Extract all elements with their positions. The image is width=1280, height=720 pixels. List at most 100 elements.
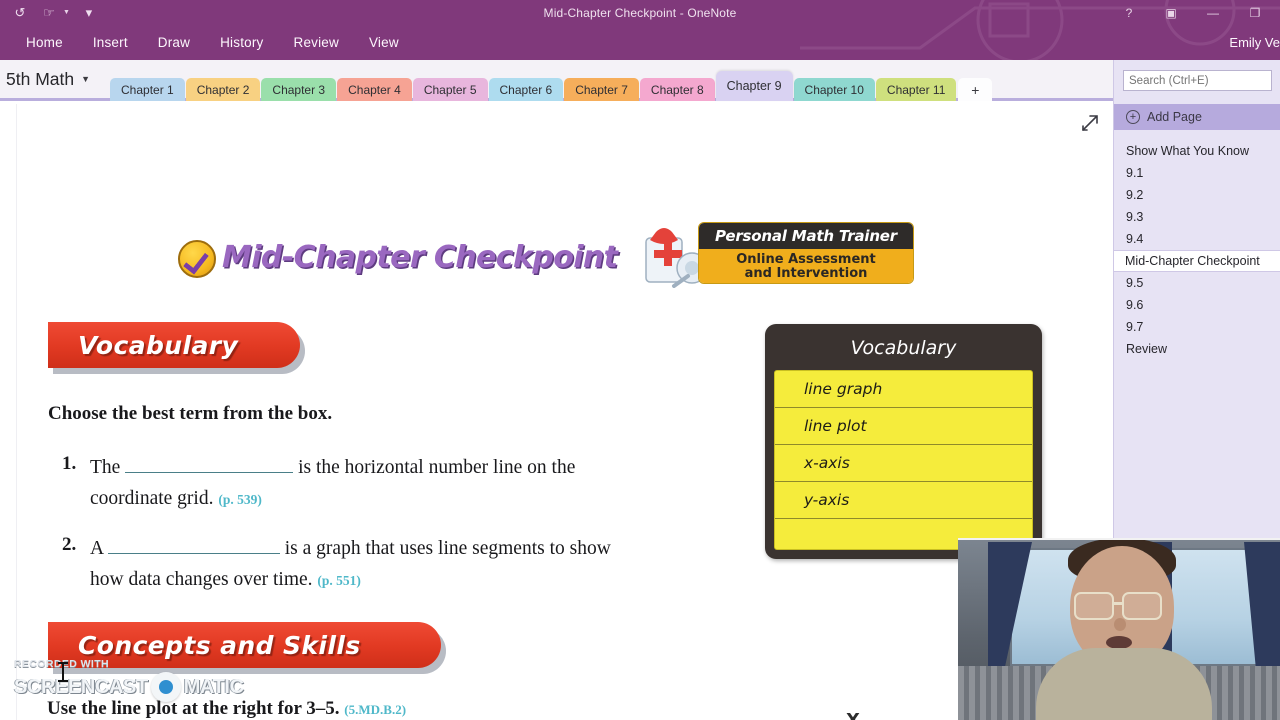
person-torso — [1036, 648, 1212, 720]
customize-quick-access-chevron-down-icon[interactable]: ▾ — [79, 3, 99, 23]
ribbon-tab-draw[interactable]: Draw — [158, 35, 190, 50]
pmt-subtitle-bar: Online Assessment and Intervention — [699, 249, 913, 283]
line-plot-x-mark: X — [846, 708, 860, 720]
ribbon-tab-view[interactable]: View — [369, 35, 399, 50]
plus-icon: + — [1126, 110, 1140, 124]
notebook-chevron-down-icon[interactable]: ▼ — [81, 74, 90, 84]
watermark-left-label: SCREENCAST — [14, 675, 148, 698]
question-1-pre: The — [90, 457, 121, 478]
page-list-item[interactable]: 9.2 — [1114, 184, 1280, 206]
vocabulary-prompt: Choose the best term from the box. — [48, 403, 333, 424]
notebook-selector[interactable]: 5th Math ▼ — [6, 60, 90, 98]
search-input[interactable] — [1123, 70, 1272, 91]
section-tab-chapter-9[interactable]: Chapter 9 — [715, 71, 793, 101]
page-list-item[interactable]: 9.6 — [1114, 294, 1280, 316]
text-cursor-icon — [58, 662, 68, 682]
vocabulary-term: y-axis — [775, 482, 1032, 519]
question-1-blank[interactable] — [125, 456, 294, 473]
vocabulary-term: line plot — [775, 408, 1032, 445]
eyeglasses-left-lens — [1074, 592, 1114, 620]
expand-page-icon[interactable] — [1079, 112, 1101, 134]
add-page-label: Add Page — [1147, 110, 1202, 124]
section-list: Chapter 1 Chapter 2 Chapter 3 Chapter 4 Chap… — [110, 69, 993, 101]
page-list: Show What You Know 9.1 9.2 9.3 9.4 Mid-Chapte… — [1114, 140, 1280, 360]
person-nose — [1114, 618, 1126, 631]
vocabulary-term: line graph — [775, 371, 1032, 408]
page-list-item[interactable]: Mid-Chapter Checkpoint — [1114, 250, 1280, 272]
ribbon-tab-history[interactable]: History — [220, 35, 263, 50]
ribbon-bar: Home Insert Draw History Review View Emi… — [0, 0, 1280, 60]
eyeglasses-bridge — [1114, 602, 1122, 605]
section-tab-chapter-7[interactable]: Chapter 7 — [564, 78, 639, 101]
screencast-o-matic-o-icon — [150, 672, 181, 702]
page-list-item[interactable]: 9.4 — [1114, 228, 1280, 250]
page-list-item[interactable]: 9.5 — [1114, 272, 1280, 294]
vocabulary-card-title: Vocabulary — [850, 337, 957, 359]
section-tab-chapter-8[interactable]: Chapter 8 — [639, 78, 715, 101]
touch-mode-chevron-down-icon[interactable]: ▼ — [63, 9, 70, 16]
question-1-page-ref: (p. 539) — [218, 492, 262, 507]
page-list-item[interactable]: 9.7 — [1114, 316, 1280, 338]
ribbon-tab-insert[interactable]: Insert — [93, 35, 128, 50]
personal-math-trainer-badge: Personal Math Trainer Online Assessment … — [642, 222, 914, 290]
quick-access-toolbar: ↺ ☞ ▼ ▾ — [10, 0, 99, 25]
onenote-window: Mid-Chapter Checkpoint - OneNote ↺ ☞ ▼ ▾… — [0, 0, 1280, 720]
eyeglasses-right-lens — [1122, 592, 1162, 620]
notebook-name-label: 5th Math — [6, 68, 75, 89]
concepts-and-skills-banner-label: Concepts and Skills — [78, 630, 361, 660]
undo-icon[interactable]: ↺ — [10, 3, 30, 23]
vocabulary-term-list: line graph line plot x-axis y-axis — [774, 370, 1033, 550]
section-tab-chapter-10[interactable]: Chapter 10 — [793, 78, 875, 101]
touch-mouse-mode-icon[interactable]: ☞ — [39, 3, 59, 23]
section-tab-chapter-5[interactable]: Chapter 5 — [412, 78, 488, 101]
watermark-right-label: MATIC — [183, 675, 244, 698]
pmt-title: Personal Math Trainer — [715, 227, 897, 245]
question-2: A is a graph that uses line segments to … — [90, 533, 620, 596]
vocabulary-banner: Vocabulary — [48, 322, 305, 374]
ribbon-decoration — [800, 0, 1280, 60]
banner-body: Vocabulary — [48, 322, 300, 368]
line-plot-column: XXXX — [840, 708, 866, 720]
page-list-item[interactable]: 9.1 — [1114, 162, 1280, 184]
canvas-margin-rule — [16, 104, 17, 720]
account-name[interactable]: Emily Ve — [1229, 25, 1280, 60]
section-tab-strip: 5th Math ▼ Chapter 1 Chapter 2 Chapter 3 Ch… — [0, 60, 1280, 101]
watermark-logo: SCREENCAST MATIC — [14, 672, 254, 702]
section-tab-chapter-6[interactable]: Chapter 6 — [488, 78, 564, 101]
section-tab-chapter-3[interactable]: Chapter 3 — [261, 78, 337, 101]
question-1-number: 1. — [62, 453, 77, 474]
section-tab-chapter-2[interactable]: Chapter 2 — [185, 78, 261, 101]
section-tab-chapter-1[interactable]: Chapter 1 — [110, 78, 185, 101]
search-container — [1114, 70, 1280, 100]
page-list-item[interactable]: Show What You Know — [1114, 140, 1280, 162]
watermark-top-label: RECORDED WITH — [14, 658, 110, 670]
section-tab-chapter-11[interactable]: Chapter 11 — [875, 78, 957, 101]
pmt-title-bar: Personal Math Trainer — [699, 223, 913, 249]
pmt-line1: Online Assessment — [736, 251, 876, 267]
add-section-button[interactable]: + — [958, 78, 993, 101]
pmt-label-box: Personal Math Trainer Online Assessment … — [698, 222, 914, 284]
ribbon-tab-review[interactable]: Review — [294, 35, 339, 50]
question-2-page-ref: (p. 551) — [317, 573, 361, 588]
question-2-pre: A — [90, 538, 104, 559]
question-1: The is the horizontal number line on the… — [90, 452, 620, 515]
pmt-line2: and Intervention — [744, 266, 868, 281]
page-list-item[interactable]: 9.3 — [1114, 206, 1280, 228]
ribbon-tab-home[interactable]: Home — [26, 35, 63, 50]
question-2-blank[interactable] — [107, 537, 280, 554]
vocabulary-banner-label: Vocabulary — [78, 330, 239, 360]
webcam-overlay — [958, 538, 1280, 720]
vocabulary-term: x-axis — [775, 445, 1032, 482]
section-tab-chapter-4[interactable]: Chapter 4 — [337, 78, 412, 101]
screencast-o-matic-watermark: RECORDED WITH SCREENCAST MATIC — [14, 658, 254, 706]
ribbon-tab-list: Home Insert Draw History Review View — [26, 25, 399, 60]
page-title: Mid-Chapter Checkpoint — [222, 240, 618, 275]
concepts-standard-code: (5.MD.B.2) — [344, 702, 407, 717]
page-list-item[interactable]: Review — [1114, 338, 1280, 360]
checkmark-icon — [178, 240, 216, 278]
vocabulary-card: Vocabulary line graph line plot x-axis y-ax… — [765, 324, 1042, 559]
question-2-number: 2. — [62, 534, 77, 555]
line-plot-marks: XXXXXXXXXX — [752, 692, 952, 720]
add-page-button[interactable]: + Add Page — [1114, 104, 1280, 130]
page-canvas[interactable]: Mid-Chapter Checkpoint Personal Math Tra… — [0, 104, 1113, 720]
